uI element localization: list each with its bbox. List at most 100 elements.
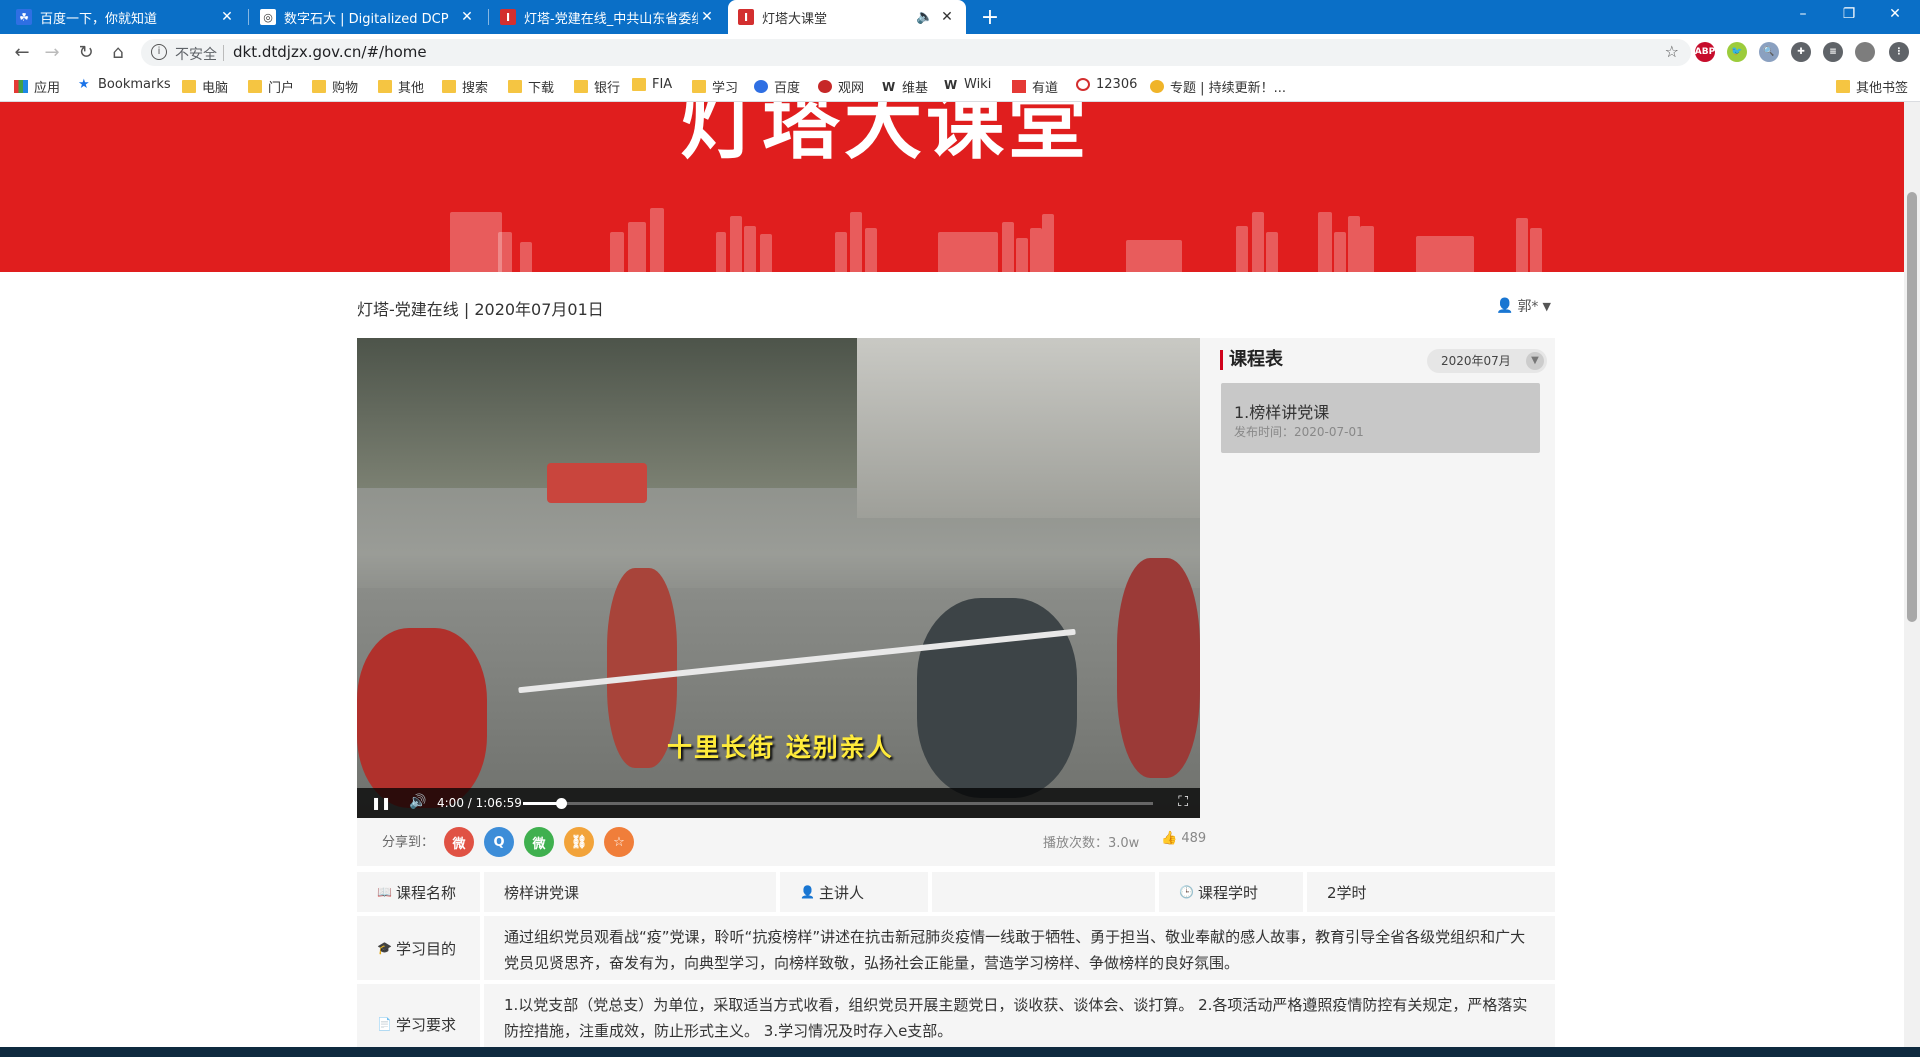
dengta-favicon-icon: I <box>738 9 754 25</box>
like-button[interactable]: 👍 489 <box>1161 831 1206 846</box>
folder-icon <box>1836 80 1850 93</box>
bookmark-item[interactable]: 其他 <box>378 77 424 96</box>
bookmark-item[interactable]: 搜索 <box>442 77 488 96</box>
close-icon[interactable]: ✕ <box>458 9 476 25</box>
bookmark-item[interactable]: 购物 <box>312 77 358 96</box>
progress-handle[interactable] <box>555 798 567 809</box>
profile-icon[interactable] <box>1855 42 1875 62</box>
fullscreen-icon[interactable]: ⛶ <box>1178 794 1188 810</box>
bookmark-item[interactable]: 银行 <box>574 77 620 96</box>
month-select[interactable]: 2020年07月 ▼ <box>1427 349 1547 373</box>
bookmark-item[interactable]: 门户 <box>248 77 294 96</box>
bookmark-item[interactable]: 观网 <box>818 77 864 96</box>
pause-button[interactable]: ❚❚ <box>371 796 391 810</box>
bookmark-label: Bookmarks <box>98 77 171 92</box>
clock-icon: 🕒 <box>1179 885 1194 899</box>
chevron-down-icon[interactable]: ▼ <box>1526 352 1544 370</box>
bookmark-label: 银行 <box>594 81 621 96</box>
book-decoration <box>520 242 532 272</box>
page-title: 灯塔-党建在线 | 2020年07月01日 <box>357 300 604 319</box>
bird-icon[interactable]: 🐦 <box>1727 42 1747 62</box>
scrollbar-thumb[interactable] <box>1907 192 1917 622</box>
close-icon[interactable]: ✕ <box>698 9 716 25</box>
bookmark-item[interactable]: W 维基 <box>882 77 928 96</box>
folder-icon <box>312 80 326 93</box>
month-value: 2020年07月 <box>1441 354 1511 368</box>
minimize-button[interactable]: – <box>1780 0 1826 28</box>
forward-button[interactable]: → <box>38 38 66 66</box>
bookmark-item[interactable]: 应用 <box>14 77 60 96</box>
book-decoration <box>1042 214 1054 272</box>
puzzle-icon[interactable]: ✚ <box>1791 42 1811 62</box>
tab-dengta-party[interactable]: I 灯塔-党建在线_中共山东省委组织部 ✕ <box>490 0 726 34</box>
youdao-icon <box>1012 80 1026 93</box>
bookmark-item[interactable]: 电脑 <box>182 77 228 96</box>
favorite-icon[interactable]: ☆ <box>604 827 634 857</box>
bookmark-item[interactable]: 百度 <box>754 77 800 96</box>
page-scrollbar[interactable] <box>1904 102 1920 1057</box>
magnifier-icon[interactable]: 🔍 <box>1759 42 1779 62</box>
bookmark-item[interactable]: 学习 <box>692 77 738 96</box>
chevron-down-icon: ▼ <box>1542 299 1551 313</box>
folder-icon <box>442 80 456 93</box>
bookmark-label: 其他书签 <box>1856 81 1909 96</box>
bookmark-label: 购物 <box>332 81 359 96</box>
qq-share-icon[interactable]: Q <box>484 827 514 857</box>
insecure-label: 不安全 <box>175 47 217 63</box>
abp-icon[interactable]: ABP <box>1695 42 1715 62</box>
label-text: 课程名称 <box>395 883 456 902</box>
bookmark-star-icon[interactable]: ☆ <box>1665 42 1679 61</box>
weibo-share-icon[interactable]: 微 <box>444 827 474 857</box>
other-bookmarks[interactable]: 其他书签 <box>1836 77 1908 96</box>
bookmark-item[interactable]: ★ Bookmarks <box>78 77 171 92</box>
tab-baidu[interactable]: ☘ 百度一下，你就知道 ✕ <box>6 0 246 34</box>
new-tab-button[interactable]: + <box>976 0 1004 34</box>
tab-dengta-classroom[interactable]: I 灯塔大课堂 🔈 ✕ <box>728 0 966 34</box>
bookmark-item[interactable]: 专题 | 持续更新！... <box>1150 77 1286 96</box>
close-icon[interactable]: ✕ <box>218 9 236 25</box>
schedule-item-date: 发布时间：2020-07-01 <box>1234 425 1364 439</box>
book-decoration <box>850 212 862 272</box>
progress-bar[interactable] <box>523 798 1153 809</box>
url-text[interactable]: dkt.dtdjzx.gov.cn/#/home <box>233 43 427 61</box>
home-button[interactable]: ⌂ <box>104 38 132 66</box>
bookmarks-bar: 应用 ★ Bookmarks 电脑 门户 购物 其他 搜索 下载 银行 FIA 学习 百度 观网 W 维基 W W… <box>0 70 1920 102</box>
close-window-button[interactable]: ✕ <box>1872 0 1918 28</box>
schedule-item[interactable]: 1.榜样讲党课 发布时间：2020-07-01 <box>1221 383 1540 453</box>
info-icon[interactable]: i <box>151 44 167 60</box>
menu-icon[interactable]: ⋮ <box>1889 42 1909 62</box>
page-viewport: 灯塔大课堂 灯塔-党建在线 | 2020年07月01日 👤 郭* ▼ 十里长街 … <box>0 102 1904 1057</box>
restore-button[interactable]: ❐ <box>1826 0 1872 28</box>
thumbs-up-icon: 👍 <box>1161 831 1178 846</box>
bookmark-item[interactable]: W Wiki <box>944 77 991 92</box>
bookmark-item[interactable]: 下载 <box>508 77 554 96</box>
audio-icon[interactable]: 🔈 <box>912 9 938 25</box>
lecturer-value <box>932 872 1155 912</box>
book-decoration <box>938 232 998 272</box>
media-icon[interactable]: ≡ <box>1823 42 1843 62</box>
book-decoration <box>835 232 847 272</box>
close-icon[interactable]: ✕ <box>938 9 956 25</box>
address-bar[interactable]: i 不安全 dkt.dtdjzx.gov.cn/#/home ☆ <box>141 39 1691 66</box>
course-name-value: 榜样讲党课 <box>484 872 776 912</box>
book-decoration <box>1030 228 1042 272</box>
bookmark-item[interactable]: FIA <box>632 77 672 92</box>
purpose-label: 🎓 学习目的 <box>357 916 480 980</box>
link-share-icon[interactable]: ⛓ <box>564 827 594 857</box>
video-player[interactable]: 十里长街 送别亲人 ❚❚ 🔊 4:00 / 1:06:59 ⛶ <box>357 338 1200 818</box>
bookmark-item[interactable]: 12306 <box>1076 77 1137 92</box>
wechat-share-icon[interactable]: 微 <box>524 827 554 857</box>
user-menu[interactable]: 👤 郭* ▼ <box>1496 296 1551 316</box>
reload-button[interactable]: ↻ <box>72 38 100 66</box>
user-name: 郭* <box>1517 299 1539 315</box>
tab-title: 百度一下，你就知道 <box>40 11 158 27</box>
volume-icon[interactable]: 🔊 <box>409 794 426 810</box>
book-decoration <box>610 232 624 272</box>
label-text: 课程学时 <box>1197 883 1258 902</box>
tab-digitalized-dcp[interactable]: ◎ 数字石大 | Digitalized DCP ✕ <box>250 0 486 34</box>
bookmark-label: 下载 <box>528 81 555 96</box>
schedule-item-title: 1.榜样讲党课 <box>1234 403 1330 422</box>
back-button[interactable]: ← <box>8 38 36 66</box>
video-figure <box>357 628 487 808</box>
bookmark-item[interactable]: 有道 <box>1012 77 1058 96</box>
